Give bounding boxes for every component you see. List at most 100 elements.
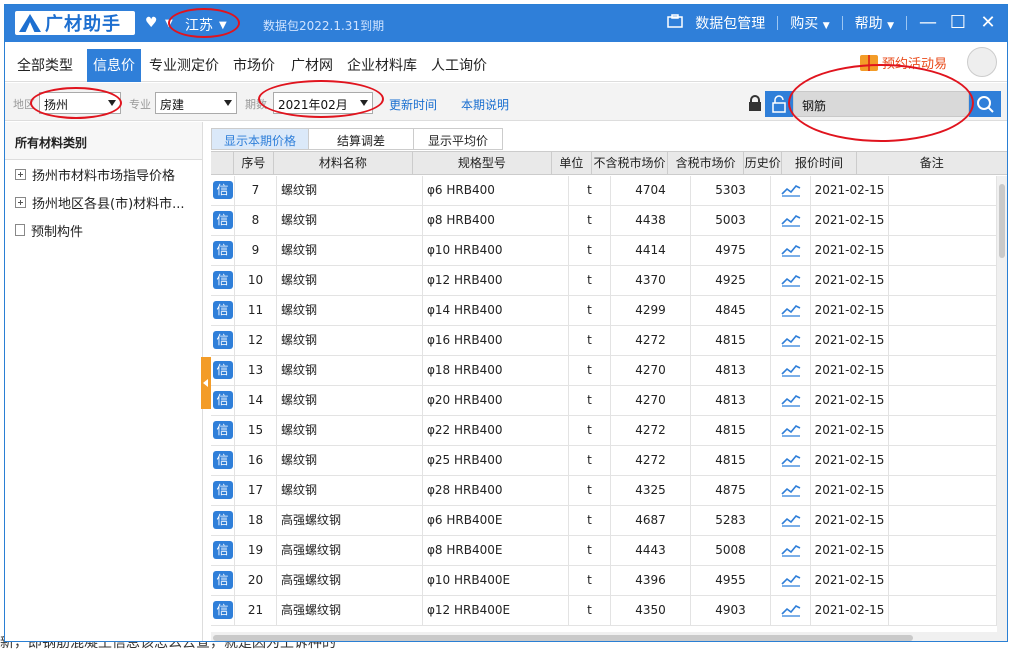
column-header[interactable]: 历史价	[744, 152, 783, 174]
expand-icon[interactable]	[15, 196, 26, 208]
history-cell[interactable]	[771, 416, 811, 445]
sidebar-item-precast[interactable]: 预制构件	[5, 216, 202, 244]
table-row[interactable]: 信 15 螺纹钢 φ22 HRB400 t 4272 4815 2021-02-15	[211, 416, 997, 446]
history-cell[interactable]	[771, 326, 811, 355]
column-header[interactable]: 单位	[552, 152, 592, 174]
scroll-thumb[interactable]	[999, 184, 1005, 258]
tab-settlement[interactable]: 结算调差	[308, 128, 415, 150]
history-cell[interactable]	[771, 476, 811, 505]
column-header[interactable]: 不含税市场价	[592, 152, 669, 174]
trend-chart-icon[interactable]	[780, 243, 801, 257]
vertical-scrollbar[interactable]	[997, 176, 1007, 632]
info-badge-icon[interactable]: 信	[212, 601, 233, 619]
history-cell[interactable]	[771, 296, 811, 325]
info-badge-icon[interactable]: 信	[212, 481, 233, 499]
info-badge-icon[interactable]: 信	[212, 541, 233, 559]
table-row[interactable]: 信 14 螺纹钢 φ20 HRB400 t 4270 4813 2021-02-15	[211, 386, 997, 416]
history-cell[interactable]	[771, 236, 811, 265]
info-badge-icon[interactable]: 信	[212, 451, 233, 469]
table-row[interactable]: 信 8 螺纹钢 φ8 HRB400 t 4438 5003 2021-02-15	[211, 206, 997, 236]
table-row[interactable]: 信 21 高强螺纹钢 φ12 HRB400E t 4350 4903 2021-02-15	[211, 596, 997, 626]
history-cell[interactable]	[771, 446, 811, 475]
trend-chart-icon[interactable]	[780, 303, 801, 317]
update-time-link[interactable]: 更新时间	[389, 96, 437, 113]
sidebar-collapse-handle[interactable]	[201, 357, 211, 409]
column-header[interactable]: 报价时间	[782, 152, 857, 174]
scroll-thumb[interactable]	[213, 635, 913, 641]
table-row[interactable]: 信 9 螺纹钢 φ10 HRB400 t 4414 4975 2021-02-15	[211, 236, 997, 266]
trend-chart-icon[interactable]	[780, 543, 801, 557]
trend-chart-icon[interactable]	[780, 513, 801, 527]
lock-icon[interactable]	[747, 95, 763, 111]
horizontal-scrollbar[interactable]	[211, 632, 1007, 641]
table-row[interactable]: 信 7 螺纹钢 φ6 HRB400 t 4704 5303 2021-02-15	[211, 176, 997, 206]
info-badge-icon[interactable]: 信	[212, 271, 233, 289]
expand-icon[interactable]	[15, 168, 26, 180]
info-badge-icon[interactable]: 信	[212, 331, 233, 349]
column-header[interactable]: 序号	[234, 152, 274, 174]
table-row[interactable]: 信 11 螺纹钢 φ14 HRB400 t 4299 4845 2021-02-15	[211, 296, 997, 326]
tab-market-price[interactable]: 市场价	[233, 55, 275, 75]
maximize-icon[interactable]: ☐	[949, 14, 967, 32]
table-row[interactable]: 信 12 螺纹钢 φ16 HRB400 t 4272 4815 2021-02-15	[211, 326, 997, 356]
history-cell[interactable]	[771, 536, 811, 565]
table-row[interactable]: 信 19 高强螺纹钢 φ8 HRB400E t 4443 5008 2021-02-15	[211, 536, 997, 566]
specialty-select[interactable]: 房建	[155, 92, 237, 114]
history-cell[interactable]	[771, 566, 811, 595]
trend-chart-icon[interactable]	[780, 333, 801, 347]
history-cell[interactable]	[771, 356, 811, 385]
tab-enterprise-library[interactable]: 企业材料库	[347, 55, 417, 75]
column-header[interactable]: 含税市场价	[668, 152, 745, 174]
trend-chart-icon[interactable]	[780, 603, 801, 617]
trend-chart-icon[interactable]	[780, 423, 801, 437]
close-icon[interactable]: ✕	[979, 14, 997, 32]
trend-chart-icon[interactable]	[780, 183, 801, 197]
avatar[interactable]	[967, 47, 997, 77]
tab-all-types[interactable]: 全部类型	[17, 55, 73, 75]
info-badge-icon[interactable]: 信	[212, 241, 233, 259]
package-mgmt-button[interactable]: 数据包管理	[695, 13, 765, 33]
sidebar-item-yangzhou-counties[interactable]: 扬州地区各县(市)材料市...	[5, 188, 202, 216]
trend-chart-icon[interactable]	[780, 273, 801, 287]
tab-guangcai-net[interactable]: 广材网	[291, 55, 333, 75]
tab-manual-inquiry[interactable]: 人工询价	[431, 55, 487, 75]
vip-diamond-icon[interactable]: ♥	[145, 15, 158, 31]
table-row[interactable]: 信 16 螺纹钢 φ25 HRB400 t 4272 4815 2021-02-15	[211, 446, 997, 476]
history-cell[interactable]	[771, 176, 811, 205]
table-row[interactable]: 信 10 螺纹钢 φ12 HRB400 t 4370 4925 2021-02-15	[211, 266, 997, 296]
trend-chart-icon[interactable]	[780, 453, 801, 467]
tab-info-price[interactable]: 信息价	[87, 49, 141, 82]
info-badge-icon[interactable]: 信	[212, 181, 233, 199]
trend-chart-icon[interactable]	[780, 393, 801, 407]
info-badge-icon[interactable]: 信	[212, 421, 233, 439]
minimize-icon[interactable]: —	[919, 14, 937, 32]
trend-chart-icon[interactable]	[780, 363, 801, 377]
history-cell[interactable]	[771, 596, 811, 625]
history-cell[interactable]	[771, 506, 811, 535]
tab-average-price[interactable]: 显示平均价	[413, 128, 504, 150]
table-row[interactable]: 信 17 螺纹钢 φ28 HRB400 t 4325 4875 2021-02-15	[211, 476, 997, 506]
trend-chart-icon[interactable]	[780, 213, 801, 227]
tab-professional-price[interactable]: 专业测定价	[149, 55, 219, 75]
column-header[interactable]: 规格型号	[413, 152, 552, 174]
column-header[interactable]: 材料名称	[274, 152, 413, 174]
info-badge-icon[interactable]: 信	[212, 571, 233, 589]
info-badge-icon[interactable]: 信	[212, 211, 233, 229]
table-row[interactable]: 信 20 高强螺纹钢 φ10 HRB400E t 4396 4955 2021-02-15	[211, 566, 997, 596]
buy-button[interactable]: 购买 ▼	[790, 13, 829, 33]
history-cell[interactable]	[771, 386, 811, 415]
trend-chart-icon[interactable]	[780, 483, 801, 497]
tab-current-price[interactable]: 显示本期价格	[211, 128, 310, 150]
column-header[interactable]: 备注	[857, 152, 1007, 174]
info-badge-icon[interactable]: 信	[212, 301, 233, 319]
info-badge-icon[interactable]: 信	[212, 511, 233, 529]
history-cell[interactable]	[771, 206, 811, 235]
table-row[interactable]: 信 18 高强螺纹钢 φ6 HRB400E t 4687 5283 2021-02-15	[211, 506, 997, 536]
history-cell[interactable]	[771, 266, 811, 295]
sidebar-item-yangzhou-guide[interactable]: 扬州市材料市场指导价格	[5, 160, 202, 188]
period-note-link[interactable]: 本期说明	[461, 96, 509, 113]
info-badge-icon[interactable]: 信	[212, 391, 233, 409]
help-button[interactable]: 帮助 ▼	[855, 13, 894, 33]
table-row[interactable]: 信 13 螺纹钢 φ18 HRB400 t 4270 4813 2021-02-15	[211, 356, 997, 386]
info-badge-icon[interactable]: 信	[212, 361, 233, 379]
